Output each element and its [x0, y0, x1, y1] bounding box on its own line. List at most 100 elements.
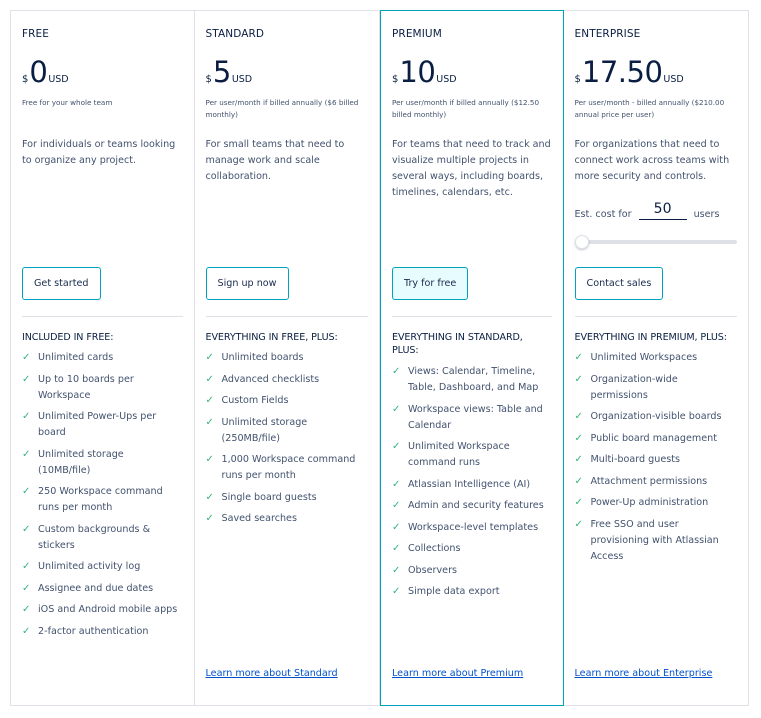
- feature-text: Collections: [408, 543, 461, 554]
- feature-text: Views: Calendar, Timeline, Table, Dashbo…: [408, 366, 539, 393]
- feature-item: ✓ Unlimited boards: [206, 350, 369, 366]
- try-for-free-button[interactable]: Try for free: [392, 267, 469, 300]
- feature-text: Unlimited storage (250MB/file): [221, 416, 308, 444]
- plan-name: ENTERPRISE: [574, 28, 641, 40]
- feature-item: ✓ Workspace-level templates: [392, 520, 552, 536]
- check-icon: ✓: [574, 475, 583, 487]
- users-slider[interactable]: [574, 235, 737, 249]
- feature-item: ✓ Multi-board guests: [575, 452, 738, 468]
- learn-more-standard-link[interactable]: Learn more about Standard: [206, 668, 338, 679]
- feature-text: Unlimited Workspaces: [590, 352, 698, 363]
- currency-code: USD: [48, 74, 69, 85]
- plan-description: For organizations that need to connect w…: [574, 139, 730, 182]
- feature-text: Admin and security features: [408, 500, 544, 511]
- feature-text: Atlassian Intelligence (AI): [408, 478, 531, 490]
- price-amount: 17.50: [581, 55, 663, 89]
- plan-card-enterprise: ENTERPRISE $ 17.50 USD Per user/month - …: [564, 11, 749, 705]
- check-icon: ✓: [392, 403, 401, 415]
- feature-text: Observers: [408, 564, 458, 576]
- estimator-prefix: Est. cost for: [574, 209, 632, 220]
- feature-item: ✓ Single board guests: [206, 490, 369, 506]
- feature-text: Unlimited storage (10MB/file): [38, 448, 124, 476]
- learn-more-enterprise-link[interactable]: Learn more about Enterprise: [575, 668, 713, 679]
- slider-track[interactable]: [578, 240, 737, 244]
- feature-text: 2-factor authentication: [38, 625, 149, 637]
- check-icon: ✓: [22, 486, 31, 497]
- estimator-suffix: users: [693, 209, 720, 220]
- feature-text: Unlimited cards: [38, 352, 114, 363]
- check-icon: ✓: [22, 411, 31, 422]
- plan-description: For small teams that need to manage work…: [205, 139, 345, 182]
- feature-item: ✓ Saved searches: [206, 511, 369, 527]
- price-amount: 0: [29, 55, 48, 89]
- get-started-button[interactable]: Get started: [22, 267, 101, 300]
- feature-item: ✓ Unlimited cards: [22, 350, 183, 366]
- feature-item: ✓ Attachment permissions: [575, 474, 738, 490]
- feature-item: ✓ Collections: [392, 541, 552, 557]
- price: $ 10 USD: [392, 57, 457, 87]
- feature-list: ✓ Unlimited Workspaces ✓ Organization-wide …: [575, 350, 738, 570]
- check-icon: ✓: [574, 518, 583, 530]
- feature-list: ✓ Unlimited cards ✓ Up to 10 boards per Wor…: [22, 350, 183, 645]
- feature-item: ✓ Unlimited storage (250MB/file): [206, 415, 369, 447]
- check-icon: ✓: [574, 411, 583, 422]
- feature-text: Saved searches: [221, 513, 297, 524]
- check-icon: ✓: [392, 478, 401, 490]
- check-icon: ✓: [22, 373, 31, 385]
- feature-text: Free SSO and user provisioning with Atla…: [590, 518, 719, 562]
- feature-text: Single board guests: [221, 491, 317, 503]
- check-icon: ✓: [22, 523, 31, 535]
- feature-text: Multi-board guests: [590, 454, 681, 465]
- divider: [392, 316, 552, 317]
- feature-text: 250 Workspace command runs per month: [38, 486, 163, 513]
- feature-text: Attachment permissions: [590, 475, 708, 487]
- feature-text: iOS and Android mobile apps: [38, 604, 178, 615]
- price-note: Per user/month if billed annually ($12.5…: [392, 98, 540, 119]
- sign-up-now-button[interactable]: Sign up now: [205, 267, 289, 300]
- feature-item: ✓ Advanced checklists: [206, 372, 369, 388]
- check-icon: ✓: [392, 521, 401, 533]
- feature-text: Public board management: [590, 432, 717, 444]
- plan-name: FREE: [22, 28, 50, 40]
- features-heading: INCLUDED IN FREE:: [22, 332, 114, 343]
- plan-name: STANDARD: [205, 28, 265, 40]
- check-icon: ✓: [392, 500, 401, 511]
- check-icon: ✓: [205, 454, 214, 465]
- feature-item: ✓ Up to 10 boards per Workspace: [22, 372, 183, 404]
- feature-list: ✓ Unlimited boards ✓ Advanced checklists ✓ Cu…: [206, 350, 369, 533]
- check-icon: ✓: [574, 373, 583, 385]
- feature-item: ✓ iOS and Android mobile apps: [22, 602, 183, 618]
- check-icon: ✓: [574, 352, 583, 363]
- contact-sales-button[interactable]: Contact sales: [574, 267, 664, 300]
- cost-estimator: Est. cost for users: [575, 199, 720, 220]
- currency-code: USD: [663, 74, 684, 85]
- feature-item: ✓ Workspace views: Table and Calendar: [392, 402, 552, 434]
- feature-item: ✓ Observers: [392, 563, 552, 579]
- feature-item: ✓ Free SSO and user provisioning with Atl…: [575, 517, 738, 565]
- slider-thumb[interactable]: [574, 235, 589, 249]
- currency-symbol: $: [22, 74, 29, 85]
- feature-text: 1,000 Workspace command runs per month: [221, 454, 356, 481]
- plan-card-premium: PREMIUM $ 10 USD Per user/month if bille…: [380, 10, 564, 706]
- features-heading: EVERYTHING IN STANDARD, PLUS:: [392, 332, 523, 356]
- price: $ 5 USD: [206, 57, 253, 87]
- check-icon: ✓: [22, 352, 31, 363]
- check-icon: ✓: [22, 582, 31, 594]
- price-note: Free for your whole team: [22, 98, 113, 107]
- feature-text: Custom Fields: [221, 395, 289, 406]
- currency-code: USD: [231, 74, 253, 85]
- feature-text: Workspace views: Table and Calendar: [408, 403, 543, 431]
- feature-text: Assignee and due dates: [38, 582, 154, 594]
- feature-item: ✓ Unlimited Workspaces: [575, 350, 738, 366]
- feature-list: ✓ Views: Calendar, Timeline, Table, Dashb…: [392, 364, 552, 606]
- feature-item: ✓ Unlimited storage (10MB/file): [22, 447, 183, 479]
- feature-item: ✓ Admin and security features: [392, 498, 552, 514]
- price-note: Per user/month if billed annually ($6 bi…: [205, 98, 359, 119]
- feature-text: Unlimited boards: [221, 352, 304, 363]
- feature-text: Unlimited activity log: [38, 561, 141, 572]
- users-count-input[interactable]: [638, 199, 687, 220]
- plan-name: PREMIUM: [392, 28, 442, 40]
- learn-more-premium-link[interactable]: Learn more about Premium: [392, 668, 523, 679]
- feature-text: Advanced checklists: [221, 373, 320, 385]
- check-icon: ✓: [22, 561, 31, 572]
